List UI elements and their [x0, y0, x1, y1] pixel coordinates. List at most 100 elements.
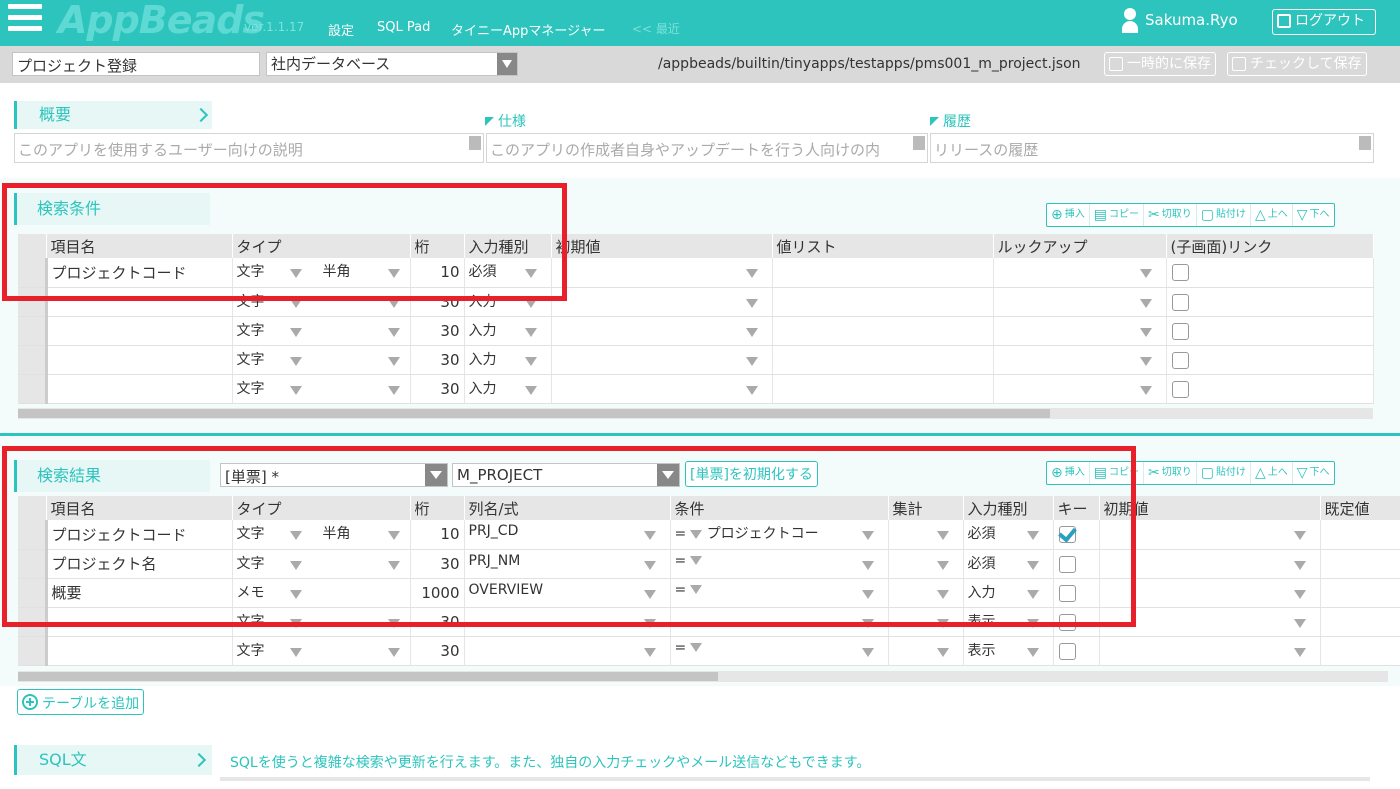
default-value-cell[interactable] [1320, 520, 1400, 550]
input-type-cell[interactable]: 入力 [464, 345, 552, 375]
item-name-cell[interactable] [46, 374, 233, 404]
value-list-cell[interactable] [772, 374, 994, 404]
nav-sql-pad[interactable]: SQL Pad [377, 20, 430, 35]
link-checkbox[interactable] [1171, 293, 1189, 311]
move-up-button[interactable]: △ 上へ [1251, 462, 1293, 484]
type-cell[interactable]: 文字 [232, 345, 411, 375]
type-cell[interactable]: 文字 [232, 316, 411, 346]
nav-settings[interactable]: 設定 [328, 20, 354, 39]
spec-textarea[interactable]: このアプリの作成者自身やアップデートを行う人向けの内 [486, 133, 928, 163]
value-list-cell[interactable] [772, 345, 994, 375]
initial-value-cell[interactable] [551, 287, 773, 317]
default-value-cell[interactable] [1320, 607, 1400, 637]
move-down-button[interactable]: ▽ 下へ [1293, 462, 1334, 484]
lookup-cell[interactable] [993, 316, 1167, 346]
resize-handle-icon[interactable] [1359, 136, 1371, 150]
row-handle[interactable] [18, 636, 48, 666]
column-header[interactable]: 初期値 [551, 234, 773, 258]
link-checkbox[interactable] [1171, 380, 1189, 398]
table-row[interactable]: 文字 30 = 表示 [18, 636, 1400, 666]
link-checkbox[interactable] [1171, 322, 1189, 340]
link-cell[interactable] [1166, 316, 1374, 346]
digits-cell[interactable]: 30 [410, 374, 465, 404]
link-cell[interactable] [1166, 345, 1374, 375]
move-down-button[interactable]: ▽ 下へ [1293, 204, 1334, 226]
initial-value-cell[interactable] [551, 345, 773, 375]
value-list-cell[interactable] [772, 258, 994, 288]
horizontal-scrollbar[interactable] [18, 408, 1373, 419]
item-name-cell[interactable] [46, 345, 233, 375]
scrollbar-thumb[interactable] [18, 672, 718, 681]
initial-value-cell[interactable] [1099, 636, 1321, 666]
value-list-cell[interactable] [772, 316, 994, 346]
nav-recent[interactable]: << 最近 [632, 20, 680, 37]
item-name-cell[interactable] [46, 636, 233, 666]
digits-cell[interactable]: 30 [410, 636, 465, 666]
project-name-input[interactable]: プロジェクト登録 [12, 52, 260, 76]
link-cell[interactable] [1166, 258, 1374, 288]
initial-value-cell[interactable] [551, 316, 773, 346]
insert-row-button[interactable]: ⊕ 挿入 [1047, 204, 1090, 226]
scrollbar-thumb[interactable] [18, 409, 1050, 418]
link-cell[interactable] [1166, 287, 1374, 317]
item-name-cell[interactable] [46, 316, 233, 346]
digits-cell[interactable]: 30 [410, 345, 465, 375]
paste-row-button[interactable]: ▢ 貼付け [1197, 462, 1251, 484]
default-value-cell[interactable] [1320, 549, 1400, 579]
value-list-cell[interactable] [772, 287, 994, 317]
condition-cell[interactable]: = [670, 636, 889, 666]
history-textarea[interactable]: リリースの履歴 [930, 133, 1374, 163]
input-type-cell[interactable]: 入力 [464, 374, 552, 404]
overview-header[interactable]: 概要 [14, 101, 212, 129]
add-table-button[interactable]: テーブルを追加 [17, 689, 145, 715]
initial-value-cell[interactable] [551, 374, 773, 404]
column-header[interactable]: (子画面)リンク [1166, 234, 1374, 258]
input-type-cell[interactable]: 入力 [464, 316, 552, 346]
type-cell[interactable]: 文字 [232, 636, 411, 666]
default-value-cell[interactable] [1320, 578, 1400, 608]
table-row[interactable]: 文字 30 入力 [18, 316, 1374, 346]
nav-tiny-app-manager[interactable]: タイニーAppマネージャー [451, 20, 606, 39]
lookup-cell[interactable] [993, 345, 1167, 375]
row-handle[interactable] [18, 374, 48, 404]
check-and-save-button[interactable]: チェックして保存 [1227, 52, 1367, 76]
paste-row-button[interactable]: ▢ 貼付け [1197, 204, 1251, 226]
horizontal-scrollbar[interactable] [18, 671, 1388, 682]
default-value-cell[interactable] [1320, 636, 1400, 666]
table-row[interactable]: 文字 30 入力 [18, 374, 1374, 404]
aggregate-cell[interactable] [888, 636, 964, 666]
type-cell[interactable]: 文字 [232, 374, 411, 404]
input-type-cell[interactable]: 表示 [963, 636, 1054, 666]
link-cell[interactable] [1166, 374, 1374, 404]
lookup-cell[interactable] [993, 287, 1167, 317]
row-handle[interactable] [18, 316, 48, 346]
move-up-button[interactable]: △ 上へ [1251, 204, 1293, 226]
save-temporary-button[interactable]: 一時的に保存 [1104, 52, 1216, 76]
link-checkbox[interactable] [1171, 264, 1189, 281]
link-checkbox[interactable] [1171, 351, 1189, 369]
column-header[interactable]: ルックアップ [993, 234, 1167, 258]
lookup-cell[interactable] [993, 374, 1167, 404]
key-checkbox[interactable] [1058, 642, 1076, 660]
column-header[interactable]: 値リスト [772, 234, 994, 258]
resize-handle-icon[interactable] [913, 136, 925, 150]
column-header[interactable]: 既定値 [1320, 496, 1400, 520]
sql-header[interactable]: SQL文 [14, 745, 212, 775]
history-header[interactable]: 履歴 [930, 111, 971, 131]
initial-value-cell[interactable] [551, 258, 773, 288]
column-expr-cell[interactable] [464, 636, 671, 666]
menu-icon[interactable] [8, 4, 42, 38]
table-row[interactable]: 文字 30 入力 [18, 345, 1374, 375]
digits-cell[interactable]: 30 [410, 316, 465, 346]
resize-handle-icon[interactable] [469, 136, 481, 150]
key-cell[interactable] [1053, 636, 1100, 666]
cut-row-button[interactable]: ✂ 切取り [1144, 204, 1197, 226]
row-handle[interactable] [18, 345, 48, 375]
cut-row-button[interactable]: ✂ 切取り [1144, 462, 1197, 484]
lookup-cell[interactable] [993, 258, 1167, 288]
copy-row-button[interactable]: ▤ コピー [1090, 204, 1144, 226]
spec-header[interactable]: 仕様 [485, 111, 526, 131]
logout-button[interactable]: ログアウト [1272, 9, 1376, 35]
database-select[interactable]: 社内データベース [266, 52, 518, 76]
description-textarea[interactable]: このアプリを使用するユーザー向けの説明 [14, 133, 484, 163]
